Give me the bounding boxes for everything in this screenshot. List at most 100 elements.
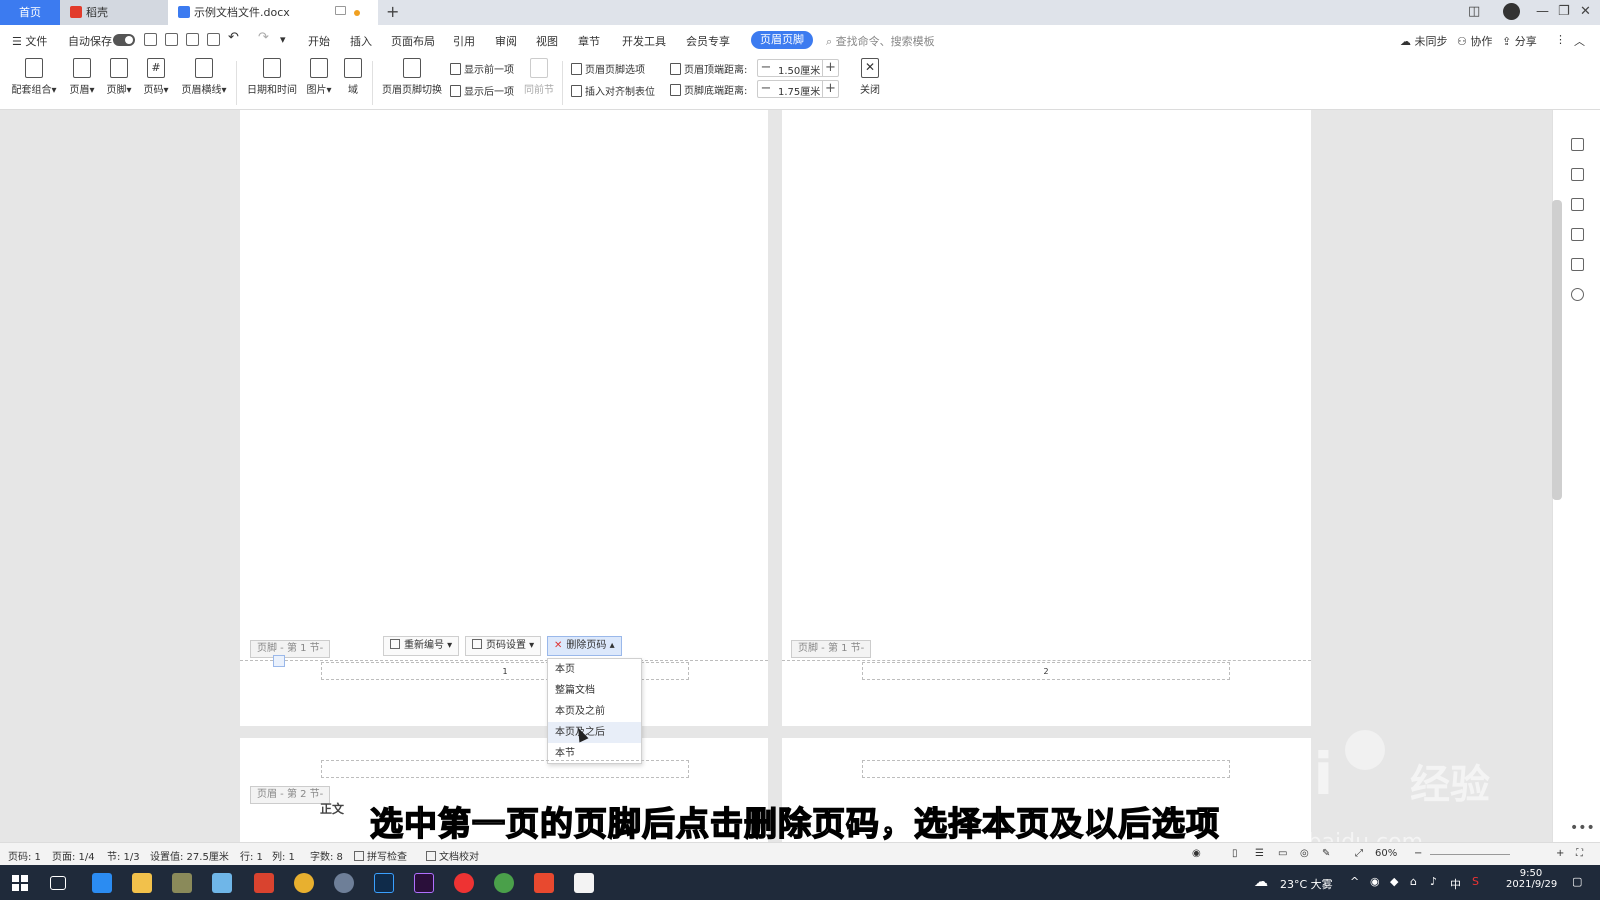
footer-bottom-value[interactable]: 1.75厘米	[778, 83, 820, 98]
photoshop-icon[interactable]	[374, 873, 394, 893]
increase-icon[interactable]: +	[822, 60, 838, 76]
status-page[interactable]: 页面: 1/4	[52, 848, 95, 863]
export-icon[interactable]	[165, 33, 178, 46]
tab-home[interactable]: 首页	[0, 0, 60, 25]
decrease-icon[interactable]: −	[758, 81, 774, 97]
menu-page-layout[interactable]: 页面布局	[391, 33, 435, 49]
header-field[interactable]	[321, 760, 689, 778]
autosave-toggle[interactable]	[113, 34, 135, 46]
zoom-level[interactable]: 60%	[1375, 848, 1397, 859]
sync-status[interactable]: ☁ 未同步	[1400, 33, 1448, 49]
paste-options-icon[interactable]	[273, 655, 285, 667]
menu-start[interactable]: 开始	[308, 33, 330, 49]
tab-document[interactable]: 示例文档文件.docx	[168, 0, 378, 25]
print-icon[interactable]	[186, 33, 199, 46]
file-menu[interactable]: ☰ 文件	[12, 33, 47, 49]
network-icon[interactable]: ⌂	[1410, 875, 1417, 888]
quick-access-dropdown-icon[interactable]: ▾	[280, 33, 286, 46]
page-2[interactable]	[782, 110, 1311, 726]
header-line-button[interactable]: 页眉横线▾	[178, 58, 230, 96]
footer-bottom-stepper[interactable]: −1.75厘米 +	[757, 80, 839, 98]
increase-icon[interactable]: +	[822, 81, 838, 97]
style-icon[interactable]	[1571, 138, 1584, 151]
page-number-field[interactable]: 2	[862, 662, 1230, 680]
same-as-prev-button[interactable]: 同前节	[522, 58, 556, 96]
decrease-icon[interactable]: −	[758, 60, 774, 76]
header-top-value[interactable]: 1.50厘米	[778, 62, 820, 77]
write-view-icon[interactable]: ✎	[1322, 848, 1330, 859]
menu-item-this-and-before[interactable]: 本页及之前	[548, 701, 641, 722]
status-setting[interactable]: 设置值: 27.5厘米	[150, 848, 229, 863]
delete-page-number-button[interactable]: ✕ 删除页码 ▴	[547, 636, 622, 656]
menu-header-footer[interactable]: 页眉页脚	[751, 31, 813, 49]
share-button[interactable]: ⇪ 分享	[1502, 33, 1537, 49]
redo-icon[interactable]: ↷	[258, 30, 269, 45]
clock[interactable]: 9:50 2021/9/29	[1506, 868, 1557, 890]
menu-review[interactable]: 审阅	[495, 33, 517, 49]
minimize-icon[interactable]: —	[1536, 4, 1549, 19]
status-page-number[interactable]: 页码: 1	[8, 848, 41, 863]
app-blue-icon[interactable]	[92, 873, 112, 893]
layout-icon[interactable]: ◫	[1468, 4, 1480, 19]
menu-section[interactable]: 章节	[578, 33, 600, 49]
wps-icon[interactable]	[254, 873, 274, 893]
footer-button[interactable]: 页脚▾	[103, 58, 135, 96]
zoom-out-icon[interactable]: −	[1414, 848, 1422, 859]
header-field[interactable]	[862, 760, 1230, 778]
browser-icon[interactable]	[494, 873, 514, 893]
insert-tab-stop-button[interactable]: 插入对齐制表位	[571, 83, 655, 98]
collab-button[interactable]: ⚇ 协作	[1457, 33, 1492, 49]
app-doc-icon[interactable]	[574, 873, 594, 893]
header-top-stepper[interactable]: −1.50厘米 +	[757, 59, 839, 77]
monitor-icon[interactable]	[335, 6, 346, 15]
outline-view-icon[interactable]: ☰	[1255, 848, 1264, 859]
web-view-icon[interactable]: ◎	[1300, 848, 1309, 859]
help-icon[interactable]	[1571, 288, 1584, 301]
zoom-slider[interactable]	[1430, 854, 1510, 855]
spell-check-toggle[interactable]: 拼写检查	[354, 848, 407, 863]
page-number-settings-button[interactable]: 页码设置 ▾	[465, 636, 542, 656]
menu-dev-tools[interactable]: 开发工具	[622, 33, 666, 49]
weather-cloud-icon[interactable]: ☁	[1254, 874, 1268, 890]
header-footer-switch-button[interactable]: 页眉页脚切换	[380, 58, 444, 96]
ime-indicator[interactable]: 中	[1450, 876, 1461, 892]
tray-record-icon[interactable]: ◉	[1370, 875, 1380, 888]
weather-text[interactable]: 23°C 大雾	[1280, 876, 1333, 892]
windows-start-icon[interactable]	[12, 875, 28, 891]
status-section[interactable]: 节: 1/3	[107, 848, 140, 863]
menu-item-this-page[interactable]: 本页	[548, 659, 641, 680]
notepad-icon[interactable]	[212, 873, 232, 893]
doc-proof-button[interactable]: 文档校对	[426, 848, 479, 863]
wps-writer-icon[interactable]	[534, 873, 554, 893]
command-search[interactable]: ⌕ 查找命令、搜索模板	[826, 33, 935, 49]
close-window-icon[interactable]: ✕	[1580, 4, 1591, 19]
read-view-icon[interactable]: ▭	[1278, 848, 1287, 859]
status-row[interactable]: 行: 1	[240, 848, 263, 863]
more-dots-icon[interactable]: •••	[1570, 820, 1595, 836]
sogou-icon[interactable]: S	[1472, 875, 1479, 888]
close-header-footer-button[interactable]: ✕ 关闭	[857, 58, 883, 96]
status-col[interactable]: 列: 1	[272, 848, 295, 863]
vertical-scrollbar[interactable]	[1552, 200, 1562, 500]
netease-music-icon[interactable]	[454, 873, 474, 893]
zoom-in-icon[interactable]: +	[1556, 848, 1564, 859]
save-icon[interactable]	[144, 33, 157, 46]
header-button[interactable]: 页眉▾	[66, 58, 98, 96]
menu-item-whole-document[interactable]: 整篇文档	[548, 680, 641, 701]
page-number-button[interactable]: # 页码▾	[140, 58, 172, 96]
tray-expand-icon[interactable]: ^	[1350, 875, 1359, 888]
tab-daoke[interactable]: 稻壳	[60, 0, 168, 25]
select-arrow-icon[interactable]	[1571, 198, 1584, 211]
menu-references[interactable]: 引用	[453, 33, 475, 49]
chrome-icon[interactable]	[294, 873, 314, 893]
task-view-icon[interactable]	[50, 876, 66, 890]
new-tab-plus-icon[interactable]: +	[386, 2, 399, 21]
fit-page-icon[interactable]: ⤢	[1355, 848, 1363, 859]
avatar[interactable]	[1503, 3, 1520, 20]
field-button[interactable]: 域	[340, 58, 366, 96]
menu-member[interactable]: 会员专享	[686, 33, 730, 49]
show-prev-button[interactable]: 显示前一项	[450, 61, 514, 76]
premiere-icon[interactable]	[414, 873, 434, 893]
page-view-icon[interactable]: ▯	[1232, 848, 1238, 859]
menu-insert[interactable]: 插入	[350, 33, 372, 49]
